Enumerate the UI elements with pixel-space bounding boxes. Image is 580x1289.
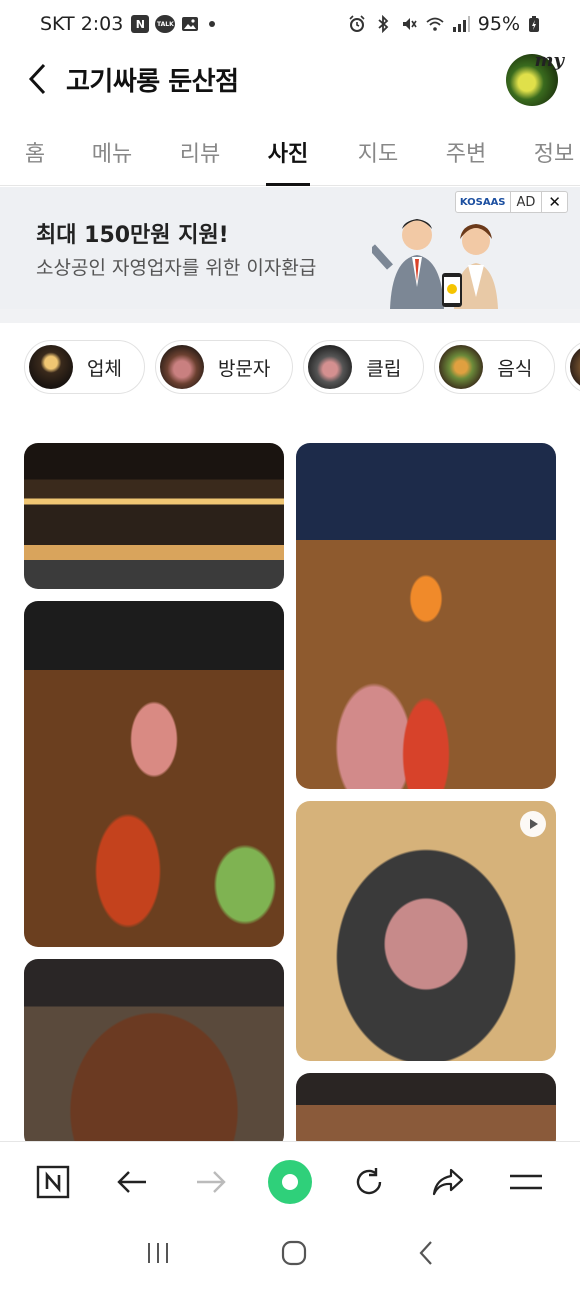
ad-subtitle: 소상공인 자영업자를 위한 이자환급 (36, 257, 317, 279)
share-icon (432, 1168, 463, 1195)
green-dot-icon (267, 1159, 312, 1204)
carrier-time: SKT 2:03 (40, 13, 124, 35)
photo-filter-chips: 업체 방문자 클립 음식 (24, 340, 580, 396)
section-divider (0, 309, 580, 323)
browser-toolbar (0, 1141, 580, 1221)
refresh-button[interactable] (346, 1159, 392, 1205)
tab-reviews[interactable]: 리뷰 (178, 118, 222, 186)
tab-photos[interactable]: 사진 (266, 118, 310, 186)
mute-icon (402, 18, 417, 30)
browser-back-button[interactable] (109, 1159, 155, 1205)
share-button[interactable] (425, 1159, 471, 1205)
home-icon (281, 1240, 307, 1266)
ad-banner[interactable]: 최대 150만원 지원! 소상공인 자영업자를 위한 이자환급 KOSAAS A… (0, 187, 580, 309)
page-title: 고기싸롱 둔산점 (66, 66, 239, 97)
hamburger-menu-icon (510, 1174, 543, 1189)
grill-table-photo[interactable] (296, 443, 556, 789)
system-navigation-bar (0, 1221, 580, 1289)
battery-percent: 95% (477, 13, 520, 35)
grilled-beef-photo[interactable] (24, 959, 284, 1149)
kakaotalk-notification-icon: TALK (155, 15, 176, 33)
chip-thumb (29, 345, 73, 389)
status-right: 95% (348, 13, 540, 35)
chip-thumb (570, 345, 580, 389)
battery-icon (529, 16, 539, 32)
chip-more[interactable] (565, 340, 580, 394)
chip-visitor[interactable]: 방문자 (154, 340, 294, 394)
tab-menu[interactable]: 메뉴 (90, 118, 134, 186)
chip-thumb (308, 345, 353, 389)
ad-badge: KOSAAS AD ✕ (454, 191, 568, 213)
tab-info[interactable]: 정보 (532, 118, 576, 186)
naver-n-icon (37, 1165, 70, 1198)
alarm-icon (349, 15, 365, 32)
browser-forward-button[interactable] (188, 1159, 234, 1205)
storefront-photo[interactable] (24, 443, 284, 589)
tab-home[interactable]: 홈 (24, 118, 46, 186)
chip-clip[interactable]: 클립 (303, 340, 425, 394)
signal-icon (452, 16, 470, 32)
my-profile-avatar[interactable]: my (506, 50, 564, 106)
place-tabs: 홈 메뉴 리뷰 사진 지도 주변 정보 (0, 118, 580, 186)
ad-close-button[interactable]: ✕ (541, 192, 567, 212)
play-icon (520, 811, 546, 837)
chip-food[interactable]: 음식 (434, 340, 556, 394)
food-table-photo[interactable] (24, 601, 284, 947)
ad-sponsor-logo: KOSAAS (459, 196, 506, 208)
ad-label: AD (509, 192, 542, 212)
chip-thumb (439, 345, 484, 389)
status-left: SKT 2:03 N TALK (40, 13, 216, 35)
app-header: 고기싸롱 둔산점 my (0, 48, 580, 110)
menu-button[interactable] (503, 1159, 549, 1205)
more-notifications-dot (209, 21, 216, 27)
refresh-icon (356, 1167, 381, 1194)
right-arrow-icon (197, 1170, 226, 1193)
system-back-button[interactable] (418, 1240, 434, 1270)
ad-title: 최대 150만원 지원! (36, 223, 229, 248)
naver-notification-icon: N (131, 15, 150, 33)
green-dot-button[interactable] (267, 1159, 313, 1205)
wifi-icon (426, 17, 444, 31)
tab-map[interactable]: 지도 (356, 118, 400, 186)
recent-apps-button[interactable] (146, 1242, 170, 1268)
pork-on-grill-clip[interactable] (296, 801, 556, 1061)
back-arrow-icon (28, 63, 46, 95)
back-button[interactable] (22, 59, 52, 99)
system-back-icon (419, 1241, 433, 1265)
gallery-notification-icon (182, 17, 199, 31)
bluetooth-icon (378, 15, 389, 33)
ad-illustration (372, 219, 498, 309)
naver-home-button[interactable] (30, 1159, 76, 1205)
recent-apps-icon (147, 1243, 168, 1263)
chip-business[interactable]: 업체 (24, 340, 145, 394)
tab-nearby[interactable]: 주변 (444, 118, 488, 186)
chip-thumb (159, 345, 204, 389)
status-bar: SKT 2:03 N TALK 95% (0, 0, 580, 48)
left-arrow-icon (117, 1170, 147, 1193)
home-button[interactable] (281, 1240, 307, 1270)
notification-icons: N TALK (131, 15, 216, 33)
my-label: my (534, 50, 564, 71)
